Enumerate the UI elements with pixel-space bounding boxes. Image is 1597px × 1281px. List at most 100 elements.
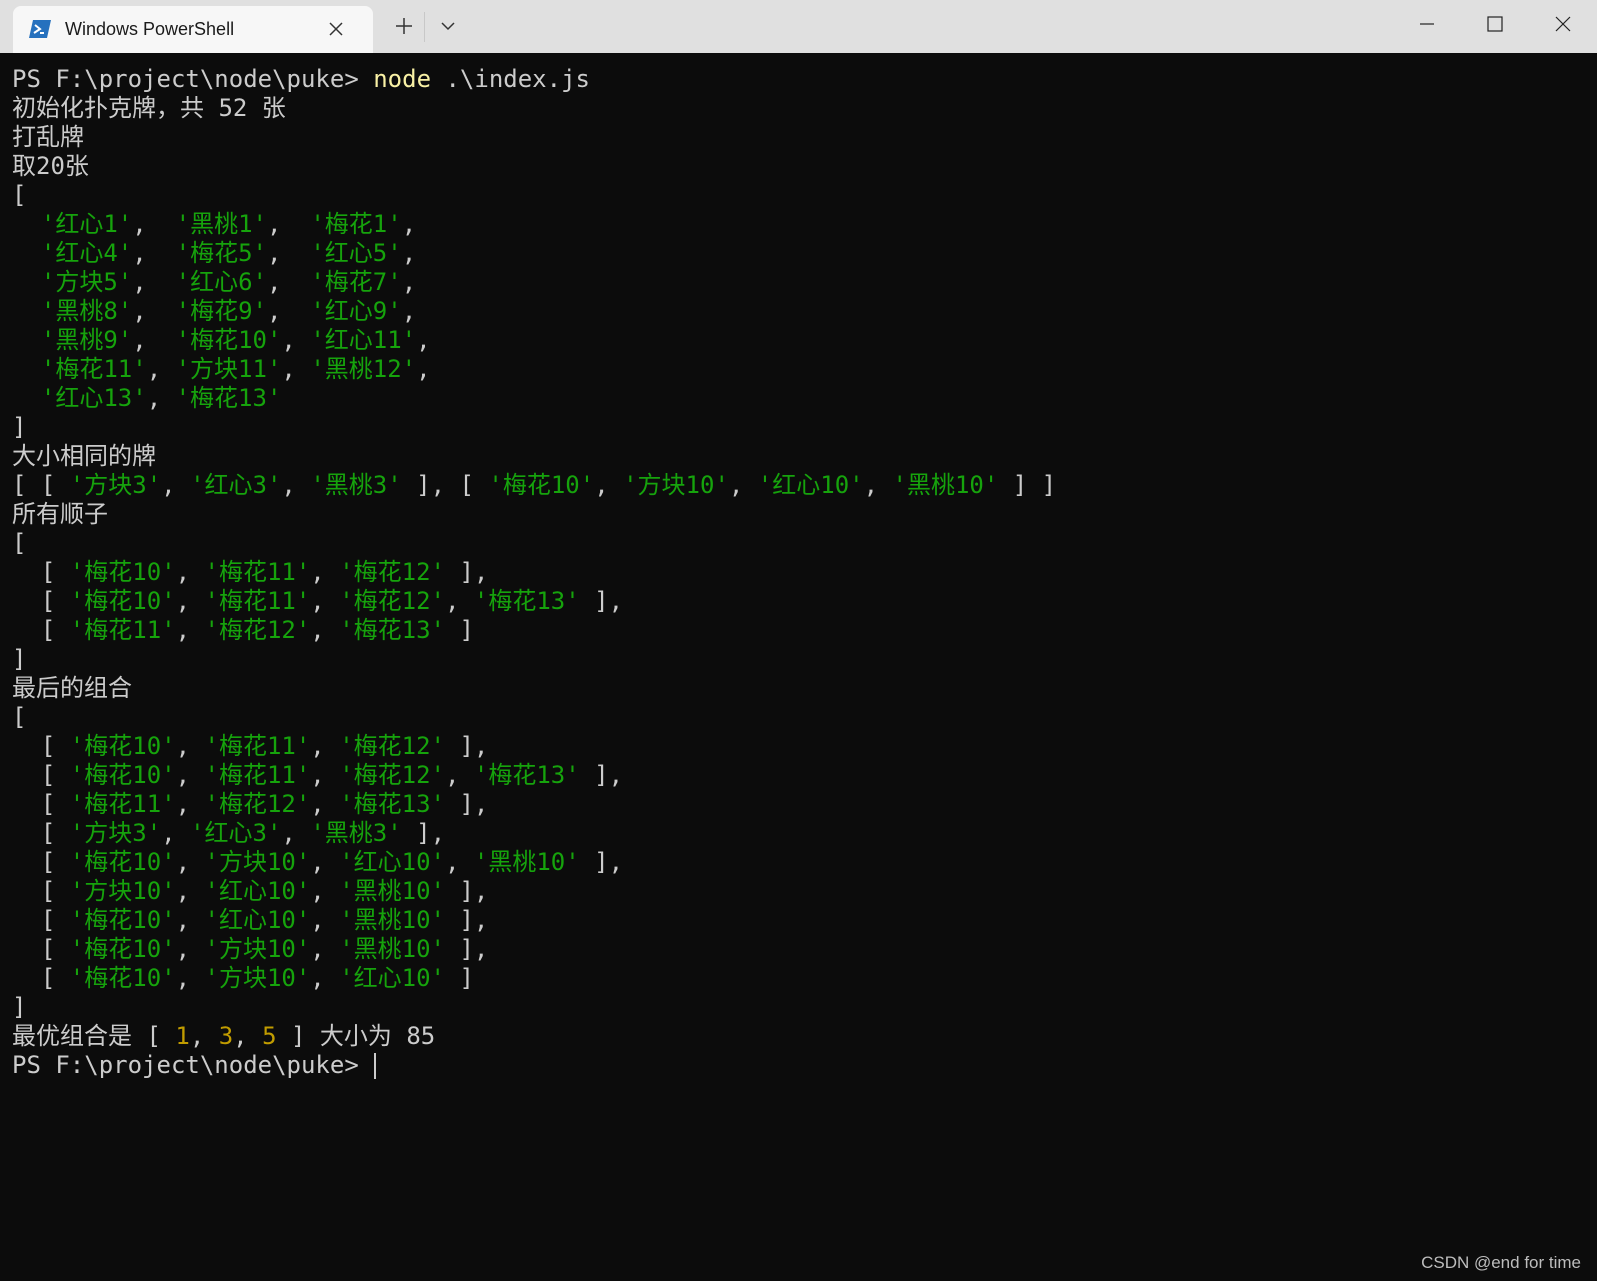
text-token: , (401, 210, 417, 238)
text-token: , (146, 355, 176, 383)
text-token: , (175, 935, 205, 963)
string-token: '梅花10' (69, 935, 176, 963)
text-token: , (281, 326, 311, 354)
text-token: 最后的组合 (12, 674, 132, 702)
text-token: , (310, 732, 340, 760)
text-token: , (445, 587, 474, 615)
text-token: , (310, 906, 340, 934)
string-token: '梅花10' (488, 471, 595, 499)
text-token: [ (12, 906, 70, 934)
text-token: [ (12, 529, 27, 557)
terminal-line: [ '梅花10', '梅花11', '梅花12' ], (12, 558, 1056, 587)
text-token: , (175, 616, 205, 644)
text-token: [ (12, 848, 70, 876)
text-token: ], (401, 819, 446, 847)
minimize-icon[interactable] (1393, 0, 1461, 48)
string-token: '梅花13' (339, 616, 445, 644)
terminal-line: [ '方块3', '红心3', '黑桃3' ], (12, 819, 1056, 848)
text-token: PS F:\project\node\puke> (12, 1051, 374, 1079)
text-token: 打乱牌 (12, 123, 84, 151)
text-token: ] (12, 645, 27, 673)
text-token: , (161, 819, 191, 847)
text-token: , (310, 877, 340, 905)
text-token: , (310, 558, 340, 586)
text-token: , (728, 471, 758, 499)
string-token: '梅花11' (204, 761, 311, 789)
tab-title: Windows PowerShell (65, 19, 235, 39)
text-token: , (401, 297, 417, 325)
terminal-line: [ '方块10', '红心10', '黑桃10' ], (12, 877, 1056, 906)
close-tab-icon[interactable] (325, 18, 347, 40)
text-token: , (281, 819, 311, 847)
maximize-icon[interactable] (1461, 0, 1529, 48)
string-token: '梅花10' (69, 558, 176, 586)
string-token: '梅花12' (339, 732, 445, 760)
terminal-line: 最后的组合 (12, 674, 1056, 703)
terminal-line: '黑桃9', '梅花10', '红心11', (12, 326, 1056, 355)
text-token: , (175, 906, 205, 934)
text-token: 取20张 (12, 152, 89, 180)
string-token: '梅花11' (40, 355, 147, 383)
text-token: , (310, 616, 340, 644)
text-token: PS F:\project\node\puke> (12, 65, 374, 93)
string-token: '梅花10' (175, 326, 282, 354)
terminal-line: 大小相同的牌 (12, 442, 1056, 471)
number-token: 3 (218, 1022, 234, 1050)
terminal-line: PS F:\project\node\puke> node .\index.js (12, 65, 1056, 94)
terminal-output[interactable]: PS F:\project\node\puke> node .\index.js… (0, 53, 1597, 1281)
text-token: , (175, 964, 205, 992)
text-token: , (175, 558, 205, 586)
string-token: '黑桃8' (40, 297, 133, 325)
text-token: [ (12, 181, 27, 209)
tab-windows-powershell[interactable]: Windows PowerShell (13, 6, 373, 53)
string-token: '梅花13' (175, 384, 282, 412)
text-token: [ (12, 732, 70, 760)
text-token: ], (445, 906, 489, 934)
text-token: 最优组合是 [ (12, 1022, 176, 1050)
string-token: '梅花5' (175, 239, 267, 267)
terminal-line: PS F:\project\node\puke> (12, 1051, 1056, 1080)
string-token: '红心1' (40, 210, 133, 238)
string-token: '黑桃3' (310, 471, 402, 499)
terminal-line: 所有顺子 (12, 500, 1056, 529)
chevron-down-icon[interactable] (430, 8, 466, 44)
text-token: , (445, 761, 474, 789)
text-token: [ (12, 703, 27, 731)
text-token: , (416, 355, 431, 383)
text-token: , (132, 239, 176, 267)
string-token: '方块3' (69, 819, 162, 847)
string-token: '红心11' (310, 326, 417, 354)
text-token: , (310, 587, 340, 615)
text-token: , (266, 268, 311, 296)
new-tab-plus-icon[interactable] (386, 8, 422, 44)
text-token: ] (12, 413, 27, 441)
string-token: '黑桃10' (339, 906, 445, 934)
string-token: '梅花12' (204, 616, 311, 644)
string-token: '红心10' (339, 964, 445, 992)
string-token: '黑桃10' (473, 848, 580, 876)
string-token: '梅花11' (69, 616, 176, 644)
string-token: '方块11' (175, 355, 282, 383)
text-token: , (416, 326, 431, 354)
text-token: , (401, 268, 417, 296)
terminal-line: [ [ '方块3', '红心3', '黑桃3' ], [ '梅花10', '方块… (12, 471, 1056, 500)
string-token: '红心10' (204, 906, 311, 934)
string-token: '方块5' (40, 268, 133, 296)
command-token: node (373, 65, 432, 93)
string-token: '红心6' (175, 268, 267, 296)
text-token: , (175, 848, 205, 876)
string-token: '梅花11' (204, 587, 311, 615)
terminal-line: '方块5', '红心6', '梅花7', (12, 268, 1056, 297)
text-token: [ (12, 964, 70, 992)
text-token: ], (445, 877, 489, 905)
string-token: '梅花9' (175, 297, 267, 325)
text-token: , (189, 1022, 219, 1050)
terminal-line: 最优组合是 [ 1, 3, 5 ] 大小为 85 (12, 1022, 1056, 1051)
string-token: '方块3' (69, 471, 162, 499)
text-token: 初始化扑克牌，共 52 张 (12, 94, 286, 122)
close-window-icon[interactable] (1529, 0, 1597, 48)
string-token: '梅花7' (310, 268, 402, 296)
